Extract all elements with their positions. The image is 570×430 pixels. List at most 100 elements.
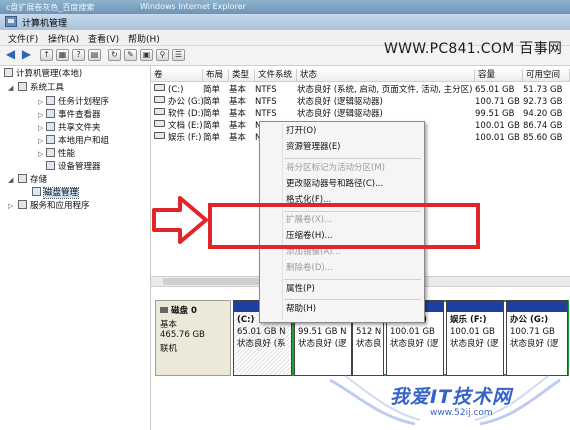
tree-shared-folders[interactable]: 共享文件夹 (46, 122, 101, 135)
cell-text: 简单 (203, 133, 221, 143)
cell-text: 状态良好 (逻辑驱动器) (297, 97, 383, 107)
tree-device-manager[interactable]: 设备管理器 (46, 161, 101, 174)
view-icon[interactable]: ▤ (88, 49, 101, 61)
partition-g[interactable]: 办公 (G:) 100.71 GB 状态良好 (逻 (506, 300, 568, 376)
partition-f[interactable]: 娱乐 (F:) 100.01 GB 状态良好 (逻 (446, 300, 504, 376)
menu-item-change-drive-letter[interactable]: 更改驱动器号和路径(C)... (286, 178, 383, 191)
scrollbar-thumb[interactable] (163, 278, 263, 285)
partition-size: 99.51 GB N (298, 327, 347, 337)
tree-performance[interactable]: 性能 (46, 148, 75, 161)
cell-text: 94.20 GB (523, 109, 563, 119)
storage-icon (18, 174, 27, 183)
properties-icon[interactable]: ✎ (124, 49, 137, 61)
cell-text: 基本 (229, 85, 247, 95)
col-header-volume[interactable]: 卷 (151, 69, 203, 82)
tree-local-users[interactable]: 本地用户和组 (46, 135, 109, 148)
console-tree-icon[interactable]: ▦ (56, 49, 69, 61)
menu-help[interactable]: 帮助(H) (128, 32, 160, 45)
partition-label: (C:) (237, 315, 255, 325)
partition-size: 512 N (356, 327, 382, 337)
col-header-capacity[interactable]: 容量 (475, 69, 523, 82)
cell-text: 85.60 GB (523, 133, 563, 143)
col-header-filesystem[interactable]: 文件系统 (255, 69, 297, 82)
ie-tab-title[interactable]: c盘扩展卷灰色_百度搜索 (6, 2, 94, 13)
col-header-free[interactable]: 可用空间 (523, 69, 570, 82)
col-header-layout[interactable]: 布局 (203, 69, 229, 82)
cell-text: 办公 (G:) (168, 97, 204, 107)
tree-storage[interactable]: 存储 (18, 174, 47, 187)
menu-action[interactable]: 操作(A) (48, 32, 79, 45)
cell-text: 简单 (203, 85, 221, 95)
menu-view[interactable]: 查看(V) (88, 32, 119, 45)
services-icon (18, 200, 27, 209)
help-icon[interactable]: ? (72, 49, 85, 61)
table-cell: 86.74 GB (523, 120, 569, 132)
search-icon[interactable]: ⚲ (156, 49, 169, 61)
up-folder-icon[interactable]: ↑ (40, 49, 53, 61)
disk-0-label[interactable]: 磁盘 0 基本 465.76 GB 联机 (155, 300, 231, 376)
table-cell: 100.01 GB (475, 132, 523, 144)
expand-arrow-icon[interactable]: ▷ (38, 150, 43, 158)
drive-icon (154, 132, 165, 139)
table-cell: 简单 (203, 84, 229, 96)
menu-item-delete-volume[interactable]: 删除卷(D)... (286, 262, 333, 275)
tree-services-apps[interactable]: 服务和应用程序 (18, 200, 90, 213)
list-view-icon[interactable]: ☰ (172, 49, 185, 61)
tools-icon (18, 82, 27, 91)
expand-arrow-icon[interactable]: ▷ (38, 98, 43, 106)
tree-task-scheduler[interactable]: 任务计划程序 (46, 96, 109, 109)
partition-label: 娱乐 (F:) (450, 315, 487, 325)
table-cell: 基本 (229, 132, 255, 144)
device-manager-icon (46, 161, 55, 170)
table-cell: NTFS (255, 96, 297, 108)
table-cell: NTFS (255, 108, 297, 120)
watermark-logo-text: 我爱IT技术网 (390, 386, 513, 408)
tree-root[interactable]: 计算机管理(本地) (4, 68, 82, 81)
table-row[interactable]: 软件 (D:) 简单 基本 NTFS 状态良好 (逻辑驱动器) 99.51 GB 94.20… (151, 108, 570, 120)
table-cell: 94.20 GB (523, 108, 569, 120)
table-cell: 状态良好 (系统, 启动, 页面文件, 活动, 主分区) (297, 84, 475, 96)
expand-arrow-icon[interactable]: ▷ (8, 202, 13, 210)
menu-item-open[interactable]: 打开(O) (286, 125, 316, 138)
tree-system-tools[interactable]: 系统工具 (18, 82, 64, 95)
volume-name-cell: (C:) (154, 84, 204, 96)
collapse-arrow-icon[interactable]: ◢ (8, 176, 13, 184)
table-row[interactable]: (C:) 简单 基本 NTFS 状态良好 (系统, 启动, 页面文件, 活动, 主分区)… (151, 84, 570, 96)
cell-text: 100.71 GB (475, 97, 520, 107)
tree-disk-management[interactable]: 磁盘管理 (32, 187, 80, 200)
menu-item-properties[interactable]: 属性(P) (286, 283, 315, 296)
drive-icon (154, 96, 165, 103)
cell-text: 100.01 GB (475, 133, 520, 143)
menu-item-mark-active[interactable]: 将分区标记为活动分区(M) (286, 162, 385, 175)
computer-icon (4, 68, 13, 77)
partition-size: 100.01 GB (390, 327, 435, 337)
table-row[interactable]: 办公 (G:) 简单 基本 NTFS 状态良好 (逻辑驱动器) 100.71 GB 92.7… (151, 96, 570, 108)
drive-icon (154, 120, 165, 127)
menu-separator (284, 279, 421, 280)
expand-arrow-icon[interactable]: ▷ (38, 137, 43, 145)
watermark-url: www.52ij.com (430, 408, 493, 418)
expand-arrow-icon[interactable]: ▷ (38, 124, 43, 132)
connect-icon[interactable]: ↻ (108, 49, 121, 61)
open-folder-icon[interactable]: ▣ (140, 49, 153, 61)
window-title: 计算机管理 (22, 19, 68, 29)
table-cell: 100.71 GB (475, 96, 523, 108)
partition-size: 65.01 GB N (237, 327, 286, 337)
cell-text: NTFS (255, 85, 277, 95)
col-header-type[interactable]: 类型 (229, 69, 255, 82)
table-cell: 状态良好 (逻辑驱动器) (297, 108, 475, 120)
ie-app-name: Windows Internet Explorer (140, 2, 246, 11)
forward-arrow-icon[interactable]: ▶ (20, 48, 33, 61)
collapse-arrow-icon[interactable]: ◢ (8, 84, 13, 92)
expand-arrow-icon[interactable]: ▷ (38, 111, 43, 119)
menu-separator (284, 158, 421, 159)
tree-event-viewer[interactable]: 事件查看器 (46, 109, 101, 122)
red-highlight-box (208, 203, 480, 249)
back-arrow-icon[interactable]: ◀ (4, 48, 17, 61)
table-cell: 85.60 GB (523, 132, 569, 144)
menu-item-help[interactable]: 帮助(H) (286, 303, 316, 316)
menu-separator (284, 299, 421, 300)
menu-item-explorer[interactable]: 资源管理器(E) (286, 141, 341, 154)
col-header-status[interactable]: 状态 (297, 69, 475, 82)
menu-file[interactable]: 文件(F) (8, 32, 38, 45)
